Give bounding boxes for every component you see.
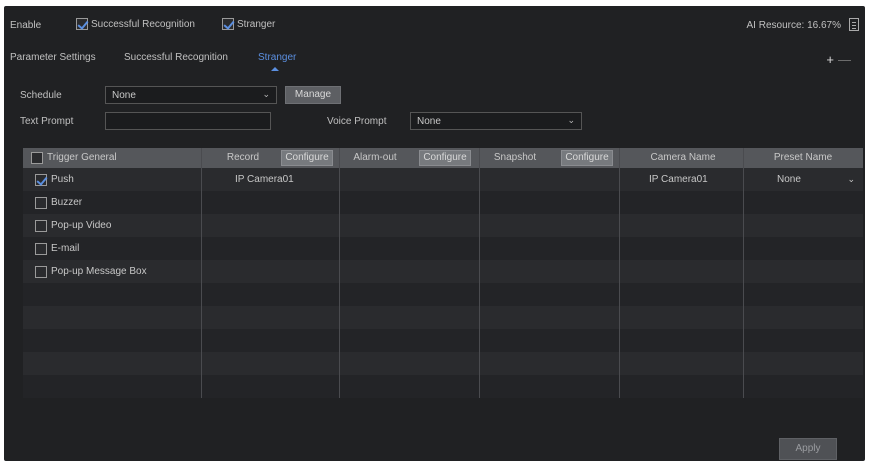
- voice-prompt-value: None: [417, 116, 441, 127]
- preset-name-header: Preset Name: [773, 152, 833, 163]
- camera-name-cell: IP Camera01: [649, 174, 708, 185]
- record-header: Record: [226, 152, 260, 163]
- tab-bar: Parameter Settings Successful Recognitio…: [4, 50, 865, 71]
- successful-recognition-checkbox[interactable]: [76, 18, 88, 30]
- active-tab-indicator: [271, 67, 279, 71]
- prompt-row: Text Prompt Voice Prompt None ⌄: [4, 112, 865, 132]
- column-divider: [339, 148, 340, 398]
- table-row: E-mail: [23, 237, 863, 260]
- tab-stranger[interactable]: Stranger: [258, 52, 296, 63]
- column-divider: [479, 148, 480, 398]
- stranger-label: Stranger: [237, 18, 276, 30]
- schedule-value: None: [112, 90, 136, 101]
- schedule-select[interactable]: None ⌄: [105, 86, 277, 104]
- trigger-label: E-mail: [51, 243, 80, 254]
- apply-button[interactable]: Apply: [779, 438, 837, 460]
- table-row: [23, 375, 863, 398]
- ai-resource-readout: AI Resource: 16.67%: [746, 20, 842, 31]
- trigger-email[interactable]: E-mail: [35, 237, 79, 260]
- table-row: Buzzer: [23, 191, 863, 214]
- voice-prompt-select[interactable]: None ⌄: [410, 112, 582, 130]
- chevron-down-icon: ⌄: [847, 174, 855, 184]
- trigger-label: Buzzer: [51, 197, 83, 208]
- trigger-general-header: Trigger General: [31, 148, 117, 168]
- record-configure-button[interactable]: Configure: [281, 150, 333, 166]
- chevron-down-icon: ⌄: [262, 89, 270, 99]
- voice-prompt-label: Voice Prompt: [327, 116, 387, 127]
- trigger-label: Push: [51, 174, 74, 185]
- schedule-label: Schedule: [20, 90, 62, 101]
- email-checkbox[interactable]: [35, 242, 47, 255]
- snapshot-header: Snapshot: [493, 152, 537, 163]
- table-header: Trigger General Record Configure Alarm-o…: [23, 148, 863, 168]
- tab-parameter-settings[interactable]: Parameter Settings: [10, 52, 96, 63]
- text-prompt-input[interactable]: [105, 112, 271, 130]
- camera-name-header: Camera Name: [650, 152, 716, 163]
- popup-video-checkbox[interactable]: [35, 219, 47, 232]
- popup-message-box-checkbox[interactable]: [35, 265, 47, 278]
- column-divider: [619, 148, 620, 398]
- table-row: Push IP Camera01 IP Camera01 None ⌄: [23, 168, 863, 191]
- table-row: Pop-up Message Box: [23, 260, 863, 283]
- table-row: [23, 352, 863, 375]
- chevron-down-icon: ⌄: [567, 115, 575, 125]
- enable-bar: Enable Successful Recognition Stranger A…: [4, 18, 865, 34]
- minus-icon[interactable]: —: [838, 52, 855, 67]
- trigger-label: Pop-up Video: [51, 220, 112, 231]
- column-divider: [743, 148, 744, 398]
- trigger-push[interactable]: Push: [35, 168, 74, 191]
- alarm-out-configure-button[interactable]: Configure: [419, 150, 471, 166]
- push-checkbox[interactable]: [35, 173, 47, 186]
- tab-successful-recognition[interactable]: Successful Recognition: [124, 52, 228, 63]
- text-prompt-label: Text Prompt: [20, 116, 74, 127]
- alarm-out-header: Alarm-out: [353, 152, 397, 163]
- successful-recognition-label: Successful Recognition: [91, 18, 195, 30]
- preset-name-value: None: [777, 174, 801, 185]
- trigger-label: Pop-up Message Box: [51, 266, 147, 277]
- successful-recognition-toggle[interactable]: Successful Recognition: [76, 18, 195, 30]
- snapshot-configure-button[interactable]: Configure: [561, 150, 613, 166]
- table-row: [23, 306, 863, 329]
- add-remove-controls: +—: [826, 52, 855, 67]
- manage-button[interactable]: Manage: [285, 86, 341, 104]
- enable-label: Enable: [10, 20, 42, 31]
- stranger-toggle[interactable]: Stranger: [222, 18, 275, 30]
- trigger-buzzer[interactable]: Buzzer: [35, 191, 82, 214]
- stranger-checkbox[interactable]: [222, 18, 234, 30]
- trigger-popup-message-box[interactable]: Pop-up Message Box: [35, 260, 147, 283]
- buzzer-checkbox[interactable]: [35, 196, 47, 209]
- table-row: [23, 329, 863, 352]
- table-row: Pop-up Video: [23, 214, 863, 237]
- schedule-row: Schedule None ⌄ Manage: [4, 86, 865, 106]
- trigger-popup-video[interactable]: Pop-up Video: [35, 214, 111, 237]
- settings-panel: Enable Successful Recognition Stranger A…: [4, 6, 865, 461]
- table-row: [23, 283, 863, 306]
- document-icon[interactable]: [849, 18, 859, 31]
- plus-icon[interactable]: +: [826, 52, 838, 67]
- trigger-table: Trigger General Record Configure Alarm-o…: [23, 148, 863, 398]
- select-all-checkbox[interactable]: [31, 152, 43, 164]
- column-divider: [201, 148, 202, 398]
- record-camera-cell: IP Camera01: [235, 174, 294, 185]
- trigger-general-label: Trigger General: [47, 152, 117, 163]
- preset-name-select[interactable]: None ⌄: [745, 168, 861, 191]
